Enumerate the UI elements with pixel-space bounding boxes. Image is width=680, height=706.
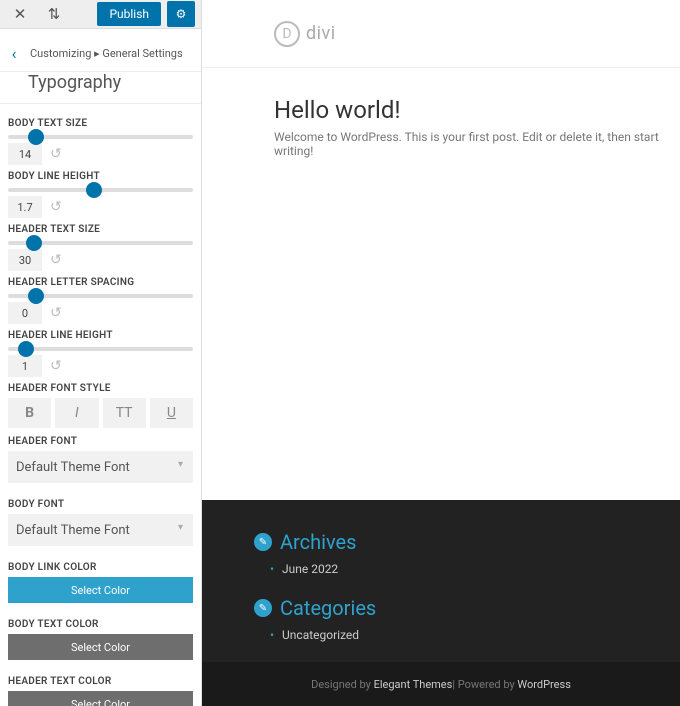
header-text-size-input[interactable] [8, 249, 42, 271]
header-letter-spacing-input[interactable] [8, 302, 42, 324]
footer-credits: Designed by Elegant Themes | Powered by … [202, 662, 680, 706]
header-font-select[interactable]: Default Theme Font [8, 451, 193, 483]
body-text-color-button[interactable]: Select Color [8, 634, 193, 660]
body-line-height-label: BODY LINE HEIGHT [8, 171, 193, 182]
body-text-size-slider[interactable] [8, 135, 193, 139]
uppercase-button[interactable]: TT [103, 398, 146, 428]
header-letter-spacing-slider[interactable] [8, 294, 193, 298]
breadcrumb: ‹ Customizing ▸ General Settings [0, 29, 201, 72]
body-text-size-input[interactable] [8, 143, 42, 165]
post-body: Welcome to WordPress. This is your first… [274, 130, 680, 158]
site-footer: ✎ Archives June 2022 ✎ Categories Uncate… [202, 500, 680, 706]
preview-pane: D divi Hello world! Welcome to WordPress… [202, 0, 680, 706]
header-text-color-label: HEADER TEXT COLOR [8, 676, 193, 687]
font-style-buttons: B I TT U [8, 398, 193, 428]
header-font-style-label: HEADER FONT STYLE [8, 383, 193, 394]
edit-icon[interactable]: ✎ [254, 599, 272, 617]
site-header: D divi [202, 0, 680, 68]
header-text-size-label: HEADER TEXT SIZE [8, 224, 193, 235]
body-line-height-slider[interactable] [8, 188, 193, 192]
edit-icon[interactable]: ✎ [254, 533, 272, 551]
reset-icon[interactable]: ↺ [50, 146, 62, 162]
reset-icon[interactable]: ↺ [50, 199, 62, 215]
header-text-size-slider[interactable] [8, 241, 193, 245]
post-title: Hello world! [274, 96, 680, 124]
underline-button[interactable]: U [150, 398, 193, 428]
categories-heading: ✎ Categories [254, 596, 680, 620]
body-text-color-label: BODY TEXT COLOR [8, 619, 193, 630]
header-line-height-slider[interactable] [8, 347, 193, 351]
body-text-size-label: BODY TEXT SIZE [8, 118, 193, 129]
categories-title: Categories [280, 596, 376, 620]
swap-icon[interactable]: ⇅ [40, 0, 68, 28]
category-link[interactable]: Uncategorized [282, 628, 680, 642]
slider-knob[interactable] [28, 288, 44, 304]
header-font-label: HEADER FONT [8, 436, 193, 447]
body-line-height-input[interactable] [8, 196, 42, 218]
archives-title: Archives [280, 530, 356, 554]
header-text-color-button[interactable]: Select Color [8, 691, 193, 706]
bold-button[interactable]: B [8, 398, 51, 428]
gear-icon[interactable]: ⚙ [167, 1, 195, 27]
header-line-height-label: HEADER LINE HEIGHT [8, 330, 193, 341]
logo-icon: D [274, 21, 300, 47]
body-font-select[interactable]: Default Theme Font [8, 514, 193, 546]
body-link-color-button[interactable]: Select Color [8, 577, 193, 603]
reset-icon[interactable]: ↺ [50, 358, 62, 374]
back-icon[interactable]: ‹ [4, 37, 24, 69]
slider-knob[interactable] [86, 182, 102, 198]
archive-link[interactable]: June 2022 [282, 562, 680, 576]
wp-link[interactable]: WordPress [517, 678, 570, 691]
header-letter-spacing-label: HEADER LETTER SPACING [8, 277, 193, 288]
slider-knob[interactable] [28, 129, 44, 145]
topbar: ✕ ⇅ Publish ⚙ [0, 0, 201, 29]
body-link-color-label: BODY LINK COLOR [8, 562, 193, 573]
close-icon[interactable]: ✕ [6, 0, 34, 28]
theme-link[interactable]: Elegant Themes [374, 678, 453, 691]
page-title: Typography [0, 72, 201, 104]
post-content: Hello world! Welcome to WordPress. This … [202, 68, 680, 500]
body-font-label: BODY FONT [8, 499, 193, 510]
logo-text: divi [306, 23, 336, 44]
italic-button[interactable]: I [55, 398, 98, 428]
breadcrumb-path: Customizing ▸ General Settings [30, 47, 183, 60]
slider-knob[interactable] [18, 341, 34, 357]
controls-panel: BODY TEXT SIZE ↺ BODY LINE HEIGHT ↺ HEAD… [0, 104, 201, 706]
customizer-sidebar: ✕ ⇅ Publish ⚙ ‹ Customizing ▸ General Se… [0, 0, 202, 706]
publish-button[interactable]: Publish [97, 2, 161, 26]
archives-heading: ✎ Archives [254, 530, 680, 554]
header-line-height-input[interactable] [8, 355, 42, 377]
reset-icon[interactable]: ↺ [50, 252, 62, 268]
slider-knob[interactable] [26, 235, 42, 251]
reset-icon[interactable]: ↺ [50, 305, 62, 321]
